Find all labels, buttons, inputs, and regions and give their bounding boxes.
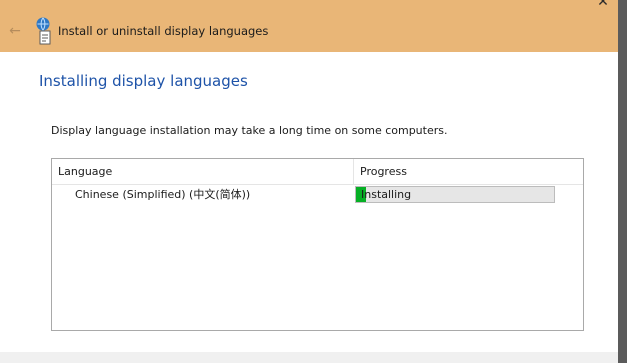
column-header-progress[interactable]: Progress [355,159,583,184]
language-list[interactable]: Language Progress Chinese (Simplified) (… [51,158,584,331]
list-header: Language Progress [52,159,583,185]
page-heading: Installing display languages [39,72,248,90]
title-bar: ← Install or uninstall display languages… [0,0,618,52]
dialog-window: ← Install or uninstall display languages… [0,0,618,363]
bottom-edge [0,352,618,363]
column-header-language[interactable]: Language [52,159,354,184]
back-arrow-icon[interactable]: ← [6,22,24,40]
progress-bar: Installing [355,186,555,203]
list-item[interactable]: Chinese (Simplified) (中文(简体)) Installing [52,184,583,204]
language-name: Chinese (Simplified) (中文(简体)) [75,188,251,201]
language-globe-icon [35,15,53,47]
info-text: Display language installation may take a… [51,124,448,137]
close-icon[interactable]: ✕ [594,0,612,10]
progress-status: Installing [361,188,412,201]
window-title: Install or uninstall display languages [58,24,269,38]
